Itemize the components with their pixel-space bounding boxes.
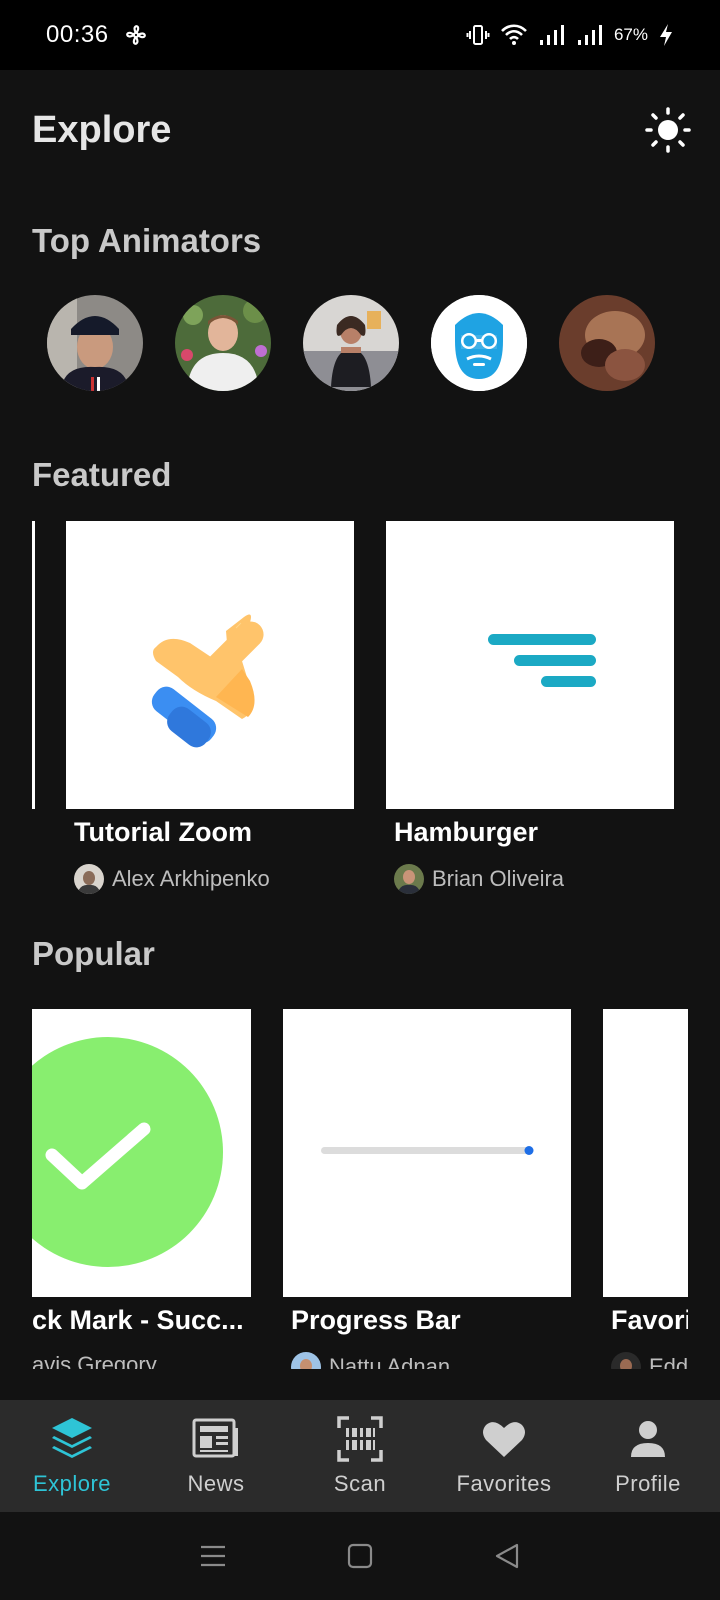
animator-avatar[interactable] [303, 295, 399, 391]
menu-lines-icon [201, 1545, 226, 1567]
sun-icon [645, 107, 691, 153]
featured-card-author[interactable]: Brian Oliveira [394, 864, 564, 894]
animator-avatar[interactable] [175, 295, 271, 391]
signal-icon [539, 25, 564, 45]
author-name: Edd [649, 1354, 688, 1369]
person-icon [631, 1421, 665, 1457]
author-avatar [611, 1352, 641, 1369]
popular-card-author[interactable]: Nattu Adnan [291, 1352, 450, 1369]
nav-label: Scan [333, 1471, 387, 1496]
author-name: Nattu Adnan [329, 1354, 451, 1369]
card-edge [32, 521, 35, 809]
author-avatar [394, 864, 424, 894]
popular-card-thumbnail[interactable] [603, 1009, 688, 1297]
layers-icon [52, 1418, 92, 1458]
charging-icon [660, 24, 672, 46]
bottom-navigation: Explore News Scan Favorites Profile [0, 1400, 720, 1512]
check-mark-icon [32, 1037, 223, 1267]
home-button[interactable] [340, 1536, 380, 1576]
featured-carousel[interactable]: Tutorial Zoom Alex Arkhipenko Hamburger … [0, 521, 720, 901]
featured-card-author[interactable]: Alex Arkhipenko [74, 864, 270, 894]
app-screen: 00:36 67% Explore Top Animators Featured… [0, 0, 720, 1600]
hamburger-menu-icon [488, 634, 596, 687]
animator-avatar[interactable] [559, 295, 655, 391]
popular-card-title[interactable]: Favori [611, 1305, 688, 1336]
square-icon [347, 1543, 373, 1569]
featured-card-thumbnail[interactable] [66, 521, 354, 809]
popular-card-author[interactable]: Edd [611, 1352, 688, 1369]
status-icons: 67% [466, 23, 674, 47]
fan-icon [125, 25, 146, 45]
author-name: Alex Arkhipenko [112, 866, 270, 891]
popular-card-title[interactable]: ck Mark - Succ... [32, 1305, 251, 1336]
back-button[interactable] [487, 1536, 527, 1576]
nav-item-profile[interactable]: Profile [576, 1400, 720, 1512]
featured-card-title[interactable]: Hamburger [394, 817, 538, 848]
top-animators-title: Top Animators [32, 222, 262, 259]
nav-label: Explore [32, 1471, 112, 1496]
scan-icon [337, 1416, 383, 1462]
featured-card-thumbnail[interactable] [386, 521, 674, 809]
progress-bar-icon [321, 1146, 534, 1155]
top-animators-list [47, 295, 655, 391]
animator-avatar[interactable] [47, 295, 143, 391]
popular-card-thumbnail[interactable] [283, 1009, 571, 1297]
recents-button[interactable] [193, 1536, 233, 1576]
wifi-icon [501, 24, 527, 45]
popular-title: Popular [32, 935, 155, 972]
page-title: Explore [32, 108, 172, 151]
header: Explore [0, 70, 720, 190]
popular-card-author[interactable]: avis Gregory [32, 1352, 157, 1369]
nav-label: News [187, 1471, 245, 1496]
system-navigation [0, 1512, 720, 1600]
animator-avatar[interactable] [431, 295, 527, 391]
popular-card-thumbnail[interactable] [32, 1009, 251, 1297]
signal-icon [577, 25, 602, 45]
author-avatar [291, 1352, 321, 1369]
back-triangle-icon [495, 1543, 518, 1569]
heart-icon [483, 1422, 525, 1457]
author-name: avis Gregory [32, 1352, 157, 1369]
nav-item-news[interactable]: News [144, 1400, 288, 1512]
nav-label: Profile [615, 1471, 681, 1496]
author-name: Brian Oliveira [432, 866, 565, 891]
nav-item-explore[interactable]: Explore [0, 1400, 144, 1512]
featured-card-title[interactable]: Tutorial Zoom [74, 817, 252, 848]
status-time: 00:36 [46, 21, 109, 48]
popular-carousel[interactable]: ck Mark - Succ... avis Gregory Progress … [32, 1009, 688, 1369]
popular-card-title[interactable]: Progress Bar [291, 1305, 461, 1336]
author-avatar [74, 864, 104, 894]
nav-item-favorites[interactable]: Favorites [432, 1400, 576, 1512]
featured-title: Featured [32, 456, 172, 493]
vibrate-icon [466, 25, 490, 45]
theme-toggle-button[interactable] [644, 106, 692, 154]
status-bar: 00:36 67% [0, 0, 720, 70]
nav-item-scan[interactable]: Scan [288, 1400, 432, 1512]
hand-pointer-icon [151, 614, 264, 748]
nav-label: Favorites [456, 1471, 552, 1496]
battery-percent: 67% [613, 25, 648, 44]
newspaper-icon [192, 1418, 238, 1458]
